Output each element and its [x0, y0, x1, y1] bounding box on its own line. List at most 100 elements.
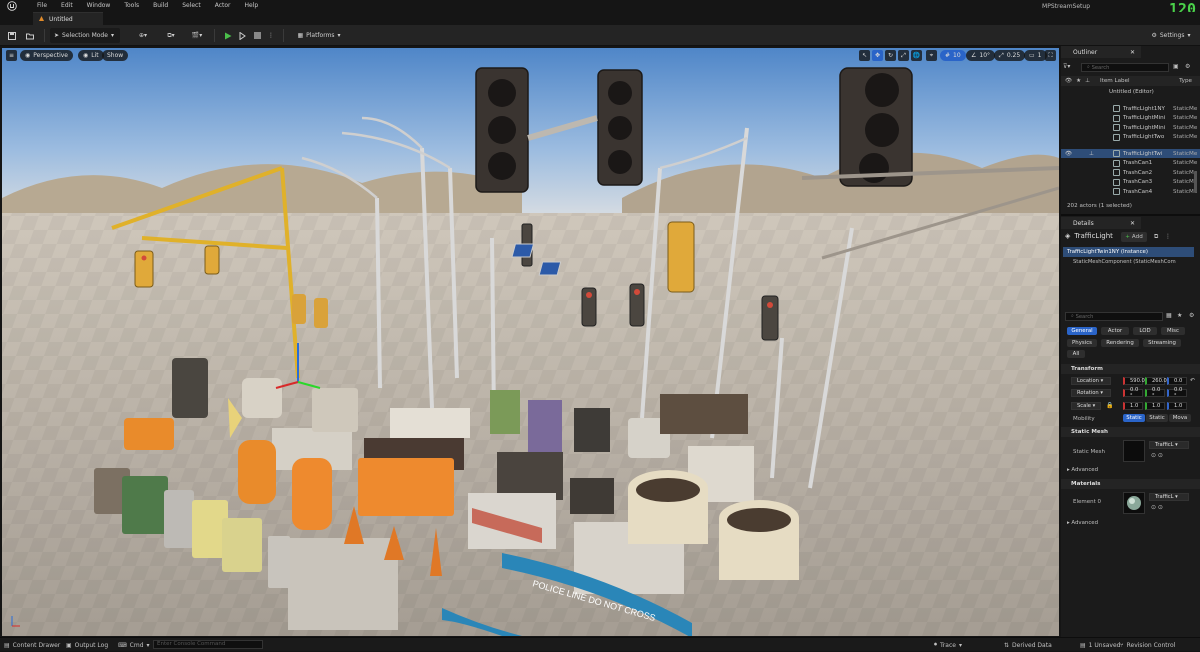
grid-snap-button[interactable]: # 10 [940, 50, 966, 61]
browse-material-icon[interactable]: ⊙ ⊙ [1151, 504, 1163, 511]
advanced-expander[interactable]: ▸ Advanced [1067, 467, 1098, 473]
transform-section[interactable]: Transform [1061, 364, 1200, 374]
pin-icon[interactable]: ⊥ [1089, 151, 1094, 157]
scale-y[interactable]: 1.0 [1145, 402, 1165, 410]
menu-select[interactable]: Select [175, 0, 208, 12]
materials-section[interactable]: Materials [1061, 479, 1200, 489]
instance-row[interactable]: TrafficLightTwin1NY (Instance) [1063, 247, 1194, 257]
outliner-row-selected[interactable]: 👁 ⊥ TrafficLightTwi StaticMe [1061, 149, 1200, 159]
trace-button[interactable]: ⏺ Trace ▾ [934, 638, 962, 652]
close-icon[interactable]: ✕ [1130, 220, 1135, 227]
select-tool-icon[interactable]: ↖ [859, 50, 870, 61]
location-x[interactable]: 590.0 [1123, 377, 1145, 385]
maximize-icon[interactable]: ⛶ [1045, 50, 1056, 61]
derived-data-button[interactable]: ⇅ Derived Data [1004, 638, 1052, 652]
filter-lod[interactable]: LOD [1133, 327, 1157, 335]
menu-actor[interactable]: Actor [208, 0, 238, 12]
details-search-input[interactable]: ⌕ Search [1065, 312, 1163, 321]
blueprint-icon[interactable]: ⧉▾ [160, 28, 182, 43]
menu-window[interactable]: Window [80, 0, 118, 12]
unreal-logo-icon[interactable] [6, 0, 18, 12]
rotate-tool-icon[interactable]: ↻ [885, 50, 896, 61]
close-icon[interactable]: ✕ [1130, 49, 1135, 56]
lock-icon[interactable]: 🔒 [1106, 402, 1113, 409]
actor-name[interactable]: TrafficLight [1074, 232, 1113, 240]
unsaved-button[interactable]: ▤ 1 Unsaved [1080, 638, 1120, 652]
static-mesh-dropdown[interactable]: TrafficL ▾ [1149, 441, 1189, 449]
property-matrix-icon[interactable]: ▦ [1166, 312, 1172, 319]
output-log-button[interactable]: ▣ Output Log [66, 638, 108, 652]
type-header[interactable]: Type [1179, 78, 1192, 84]
world-space-icon[interactable]: 🌐 [911, 50, 922, 61]
content-drawer-button[interactable]: ▤ Content Drawer [4, 638, 60, 652]
advance-frame-icon[interactable] [237, 28, 249, 43]
location-z[interactable]: 0.0 [1167, 377, 1187, 385]
static-mesh-section[interactable]: Static Mesh [1061, 427, 1200, 437]
play-options-icon[interactable]: ⋮ [265, 28, 277, 43]
rotation-dropdown[interactable]: Rotation ▾ [1071, 389, 1111, 397]
outliner-search-input[interactable]: ⌕ Search [1081, 63, 1169, 72]
outliner-scrollbar[interactable] [1194, 171, 1197, 193]
filter-streaming[interactable]: Streaming [1143, 339, 1181, 347]
outliner-row[interactable]: TrashCan4 StaticMe [1061, 187, 1200, 196]
scale-z[interactable]: 1.0 [1167, 402, 1187, 410]
translate-tool-icon[interactable]: ✥ [872, 50, 883, 61]
outliner-row[interactable]: TrafficLightTwo StaticMe [1061, 133, 1200, 142]
camera-speed-button[interactable]: ▭ 1 [1024, 50, 1047, 61]
viewport-menu-icon[interactable]: ≡ [6, 50, 17, 61]
outliner-row[interactable]: TrafficLight1NY StaticMe [1061, 104, 1200, 113]
browse-asset-icon[interactable]: ⊙ ⊙ [1151, 452, 1163, 459]
details-settings-icon[interactable]: ⚙ [1189, 312, 1194, 319]
eye-icon[interactable]: 👁 [1065, 151, 1072, 157]
filter-all[interactable]: All [1067, 350, 1085, 358]
outliner-row[interactable]: TrafficLightMini StaticMe [1061, 114, 1200, 123]
add-folder-icon[interactable]: ▣ [1173, 63, 1179, 70]
rotation-z[interactable]: 0.0 ° [1167, 387, 1187, 399]
item-label-header[interactable]: Item Label [1100, 78, 1130, 84]
rotation-y[interactable]: 0.0 ° [1145, 387, 1165, 399]
play-icon[interactable] [222, 28, 234, 43]
mobility-stationary[interactable]: Static [1146, 414, 1168, 422]
filter-actor[interactable]: Actor [1101, 327, 1129, 335]
save-icon[interactable] [6, 28, 18, 43]
scale-tool-icon[interactable]: ⤢ [898, 50, 909, 61]
outliner-root[interactable]: Untitled (Editor) [1061, 87, 1200, 96]
menu-help[interactable]: Help [238, 0, 266, 12]
lit-button[interactable]: ◉ Lit [78, 50, 104, 61]
mobility-static[interactable]: Static [1123, 414, 1145, 422]
filter-physics[interactable]: Physics [1067, 339, 1097, 347]
mobility-movable[interactable]: Mova [1169, 414, 1191, 422]
materials-advanced-expander[interactable]: ▸ Advanced [1067, 520, 1098, 526]
level-viewport[interactable]: POLICE LINE DO NOT CROSS ≡ ◉ Perspective… [2, 48, 1059, 636]
outliner-row[interactable]: TrashCan3 StaticMe [1061, 178, 1200, 187]
menu-edit[interactable]: Edit [54, 0, 80, 12]
menu-build[interactable]: Build [146, 0, 175, 12]
material-dropdown[interactable]: TrafficL ▾ [1149, 493, 1189, 501]
browse-icon[interactable] [24, 28, 36, 43]
platforms-dropdown[interactable]: ▦ Platforms ▾ [290, 28, 348, 43]
add-content-icon[interactable]: ⊕▾ [132, 28, 154, 43]
outliner-row[interactable]: TrashCan2 StaticMe [1061, 168, 1200, 177]
scale-snap-button[interactable]: ⤢ 0.25 [994, 50, 1026, 61]
console-input[interactable]: Enter Console Command [153, 640, 263, 649]
static-mesh-thumbnail[interactable] [1123, 440, 1145, 462]
add-component-button[interactable]: + Add [1121, 232, 1147, 242]
show-button[interactable]: Show [102, 50, 129, 61]
filter-misc[interactable]: Misc [1161, 327, 1185, 335]
material-thumbnail[interactable] [1123, 492, 1145, 514]
outliner-row[interactable]: TrafficLightMini StaticMe [1061, 123, 1200, 132]
blueprint-add-icon[interactable]: ⧉ [1154, 233, 1158, 241]
menu-tools[interactable]: Tools [117, 0, 146, 12]
more-options-icon[interactable]: ⋮ [1165, 233, 1171, 240]
revision-control-button[interactable]: ⑂ Revision Control [1120, 638, 1175, 652]
outliner-tab[interactable]: Outliner ✕ [1061, 46, 1141, 58]
star-icon[interactable]: ★ [1177, 312, 1182, 319]
details-tab[interactable]: Details ✕ [1061, 217, 1141, 229]
document-tab[interactable]: Untitled [33, 12, 103, 25]
rotation-x[interactable]: 0.0 ° [1123, 387, 1143, 399]
filter-rendering[interactable]: Rendering [1101, 339, 1139, 347]
filter-icon[interactable]: ⊽▾ [1063, 63, 1073, 72]
scale-x[interactable]: 1.0 [1123, 402, 1143, 410]
rotation-snap-button[interactable]: ∠ 10° [966, 50, 996, 61]
cinematics-icon[interactable]: 🎬▾ [186, 28, 208, 43]
